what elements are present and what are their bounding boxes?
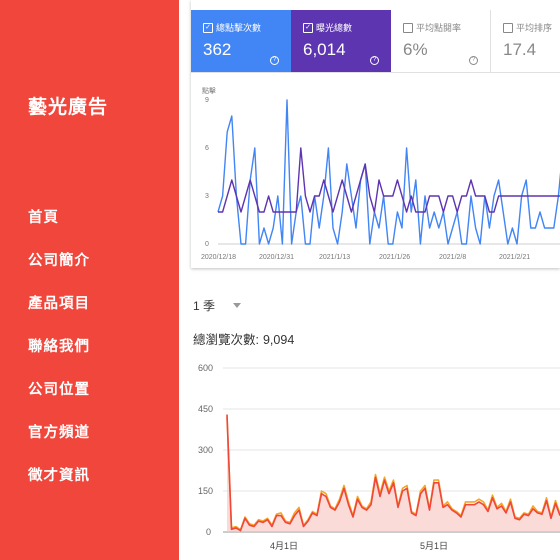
x-tick-label: 2021/1/26	[379, 254, 410, 261]
y-tick-label: 600	[198, 363, 213, 373]
y-axis-label: 點擊	[202, 86, 216, 95]
x-tick-label: 2020/12/31	[259, 254, 294, 261]
metric-label: 總點擊次數	[216, 23, 262, 33]
metric-total-clicks[interactable]: ✓ 總點擊次數 362 ?	[191, 10, 291, 72]
brand-logo[interactable]: 藝光廣告	[28, 92, 108, 119]
metric-avg-ctr[interactable]: 平均點閱率 6% ?	[391, 10, 491, 72]
divider	[191, 72, 560, 73]
y-tick-label: 0	[206, 527, 211, 537]
y-tick-label: 150	[198, 486, 213, 496]
clicks-series-line	[217, 99, 560, 245]
metric-label: 平均點閱率	[416, 23, 462, 33]
period-label: 1 季	[193, 299, 216, 313]
checkbox-checked-icon[interactable]: ✓	[303, 22, 313, 33]
metric-avg-position[interactable]: 平均排序 17.4	[491, 10, 560, 72]
y-tick-label: 9	[205, 97, 209, 104]
nav-item-location[interactable]: 公司位置	[28, 380, 90, 423]
metric-value: 17.4	[503, 40, 537, 59]
y-tick-label: 450	[198, 404, 213, 414]
y-tick-label: 300	[198, 445, 213, 455]
chevron-down-icon	[233, 303, 242, 308]
total-views-label: 總瀏覽次數:	[193, 333, 259, 347]
y-tick-label: 0	[205, 241, 209, 248]
period-dropdown[interactable]: 1 季	[193, 297, 242, 314]
total-views-value: 9,094	[262, 333, 295, 347]
help-icon[interactable]: ?	[469, 56, 478, 65]
total-views: 總瀏覽次數: 9,094	[193, 329, 294, 348]
nav-item-products[interactable]: 產品項目	[28, 294, 90, 337]
x-tick-label: 4月1日	[270, 541, 298, 551]
search-performance-card: ✓ 總點擊次數 362 ? ✓ 曝光總數 6,014 ? 平均點閱率 6% ? 平均…	[191, 0, 560, 268]
x-tick-label: 2021/1/13	[319, 254, 350, 261]
metric-label: 曝光總數	[316, 23, 353, 33]
x-tick-label: 2020/12/18	[201, 254, 236, 261]
y-tick-label: 3	[205, 193, 209, 200]
nav-item-channel[interactable]: 官方頻道	[28, 423, 90, 466]
x-tick-label: 2021/2/21	[499, 254, 530, 261]
nav-item-contact[interactable]: 聯絡我們	[28, 337, 90, 380]
checkbox-unchecked-icon[interactable]	[503, 22, 513, 33]
help-icon[interactable]: ?	[370, 56, 379, 65]
nav-item-home[interactable]: 首頁	[28, 208, 90, 251]
x-tick-label: 5月1日	[420, 541, 448, 551]
metric-total-impressions[interactable]: ✓ 曝光總數 6,014 ?	[291, 10, 391, 72]
help-icon[interactable]: ?	[270, 56, 279, 65]
clicks-impressions-chart: 點擊 9 6 3 0 2020/12/18 2020/12/31 2021/1/…	[201, 86, 560, 261]
nav-item-careers[interactable]: 徵才資訊	[28, 466, 90, 509]
checkbox-checked-icon[interactable]: ✓	[203, 22, 213, 33]
metric-label: 平均排序	[516, 23, 553, 33]
main-nav: 首頁 公司簡介 產品項目 聯絡我們 公司位置 官方頻道 徵才資訊	[28, 208, 90, 509]
checkbox-unchecked-icon[interactable]	[403, 22, 413, 33]
impressions-series-line	[218, 147, 560, 213]
nav-item-about[interactable]: 公司簡介	[28, 251, 90, 294]
y-tick-label: 6	[205, 145, 209, 152]
pageviews-chart: 600 450 300 150 0 4月1日 5月1日	[198, 363, 560, 551]
main-content: ✓ 總點擊次數 362 ? ✓ 曝光總數 6,014 ? 平均點閱率 6% ? 平均…	[179, 0, 560, 560]
sidebar: 藝光廣告 首頁 公司簡介 產品項目 聯絡我們 公司位置 官方頻道 徵才資訊	[0, 0, 179, 560]
x-tick-label: 2021/2/8	[439, 254, 466, 261]
